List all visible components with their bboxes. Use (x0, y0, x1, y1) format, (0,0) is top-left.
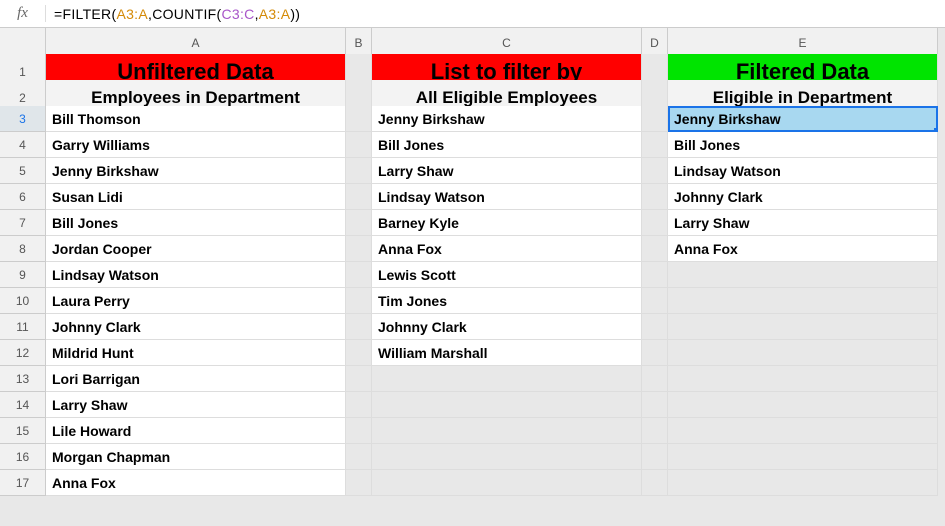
cell-A8[interactable]: Jordan Cooper (46, 236, 346, 262)
fx-label: fx (0, 5, 46, 22)
cell-B16[interactable] (346, 444, 372, 470)
cell-C10[interactable]: Tim Jones (372, 288, 642, 314)
cell-E13[interactable] (668, 366, 938, 392)
row-head-3[interactable]: 3 (0, 106, 46, 132)
cell-E11[interactable] (668, 314, 938, 340)
cell-D15[interactable] (642, 418, 668, 444)
cell-E3[interactable]: Jenny Birkshaw (668, 106, 938, 132)
cell-E12[interactable] (668, 340, 938, 366)
cell-D10[interactable] (642, 288, 668, 314)
cell-B6[interactable] (346, 184, 372, 210)
row-head-5[interactable]: 5 (0, 158, 46, 184)
row-head-17[interactable]: 17 (0, 470, 46, 496)
cell-C12[interactable]: William Marshall (372, 340, 642, 366)
cell-B15[interactable] (346, 418, 372, 444)
cell-B3[interactable] (346, 106, 372, 132)
row-head-14[interactable]: 14 (0, 392, 46, 418)
cell-B14[interactable] (346, 392, 372, 418)
cell-E14[interactable] (668, 392, 938, 418)
cell-B17[interactable] (346, 470, 372, 496)
cell-A10[interactable]: Laura Perry (46, 288, 346, 314)
cell-B12[interactable] (346, 340, 372, 366)
cell-A7[interactable]: Bill Jones (46, 210, 346, 236)
cell-D7[interactable] (642, 210, 668, 236)
spreadsheet-grid[interactable]: ABCDE1Unfiltered DataList to filter byFi… (0, 28, 945, 496)
cell-E16[interactable] (668, 444, 938, 470)
cell-D12[interactable] (642, 340, 668, 366)
cell-B9[interactable] (346, 262, 372, 288)
cell-D6[interactable] (642, 184, 668, 210)
cell-E15[interactable] (668, 418, 938, 444)
cell-C11[interactable]: Johnny Clark (372, 314, 642, 340)
cell-E6[interactable]: Johnny Clark (668, 184, 938, 210)
row-head-4[interactable]: 4 (0, 132, 46, 158)
cell-D11[interactable] (642, 314, 668, 340)
cell-A5[interactable]: Jenny Birkshaw (46, 158, 346, 184)
cell-D14[interactable] (642, 392, 668, 418)
cell-D5[interactable] (642, 158, 668, 184)
row-head-16[interactable]: 16 (0, 444, 46, 470)
cell-D4[interactable] (642, 132, 668, 158)
cell-E7[interactable]: Larry Shaw (668, 210, 938, 236)
formula-input[interactable]: =FILTER(A3:A,COUNTIF(C3:C,A3:A)) (46, 6, 945, 22)
cell-B4[interactable] (346, 132, 372, 158)
cell-D13[interactable] (642, 366, 668, 392)
cell-D17[interactable] (642, 470, 668, 496)
formula-bar: fx =FILTER(A3:A,COUNTIF(C3:C,A3:A)) (0, 0, 945, 28)
cell-B10[interactable] (346, 288, 372, 314)
cell-E10[interactable] (668, 288, 938, 314)
cell-B11[interactable] (346, 314, 372, 340)
cell-C17[interactable] (372, 470, 642, 496)
cell-A11[interactable]: Johnny Clark (46, 314, 346, 340)
cell-D9[interactable] (642, 262, 668, 288)
row-head-7[interactable]: 7 (0, 210, 46, 236)
row-head-6[interactable]: 6 (0, 184, 46, 210)
row-head-11[interactable]: 11 (0, 314, 46, 340)
row-head-8[interactable]: 8 (0, 236, 46, 262)
cell-C7[interactable]: Barney Kyle (372, 210, 642, 236)
cell-A3[interactable]: Bill Thomson (46, 106, 346, 132)
cell-C13[interactable] (372, 366, 642, 392)
cell-E9[interactable] (668, 262, 938, 288)
cell-A6[interactable]: Susan Lidi (46, 184, 346, 210)
cell-A9[interactable]: Lindsay Watson (46, 262, 346, 288)
cell-B7[interactable] (346, 210, 372, 236)
cell-C15[interactable] (372, 418, 642, 444)
cell-E5[interactable]: Lindsay Watson (668, 158, 938, 184)
cell-C16[interactable] (372, 444, 642, 470)
cell-C6[interactable]: Lindsay Watson (372, 184, 642, 210)
cell-C3[interactable]: Jenny Birkshaw (372, 106, 642, 132)
cell-D16[interactable] (642, 444, 668, 470)
cell-B8[interactable] (346, 236, 372, 262)
cell-A14[interactable]: Larry Shaw (46, 392, 346, 418)
cell-C8[interactable]: Anna Fox (372, 236, 642, 262)
row-head-15[interactable]: 15 (0, 418, 46, 444)
cell-A15[interactable]: Lile Howard (46, 418, 346, 444)
cell-B13[interactable] (346, 366, 372, 392)
cell-A16[interactable]: Morgan Chapman (46, 444, 346, 470)
row-head-10[interactable]: 10 (0, 288, 46, 314)
cell-C9[interactable]: Lewis Scott (372, 262, 642, 288)
row-head-13[interactable]: 13 (0, 366, 46, 392)
row-head-9[interactable]: 9 (0, 262, 46, 288)
cell-C4[interactable]: Bill Jones (372, 132, 642, 158)
cell-C14[interactable] (372, 392, 642, 418)
cell-A4[interactable]: Garry Williams (46, 132, 346, 158)
cell-C5[interactable]: Larry Shaw (372, 158, 642, 184)
cell-E8[interactable]: Anna Fox (668, 236, 938, 262)
cell-A12[interactable]: Mildrid Hunt (46, 340, 346, 366)
row-head-12[interactable]: 12 (0, 340, 46, 366)
cell-B5[interactable] (346, 158, 372, 184)
cell-E4[interactable]: Bill Jones (668, 132, 938, 158)
cell-A13[interactable]: Lori Barrigan (46, 366, 346, 392)
cell-A17[interactable]: Anna Fox (46, 470, 346, 496)
cell-D3[interactable] (642, 106, 668, 132)
cell-D8[interactable] (642, 236, 668, 262)
cell-E17[interactable] (668, 470, 938, 496)
